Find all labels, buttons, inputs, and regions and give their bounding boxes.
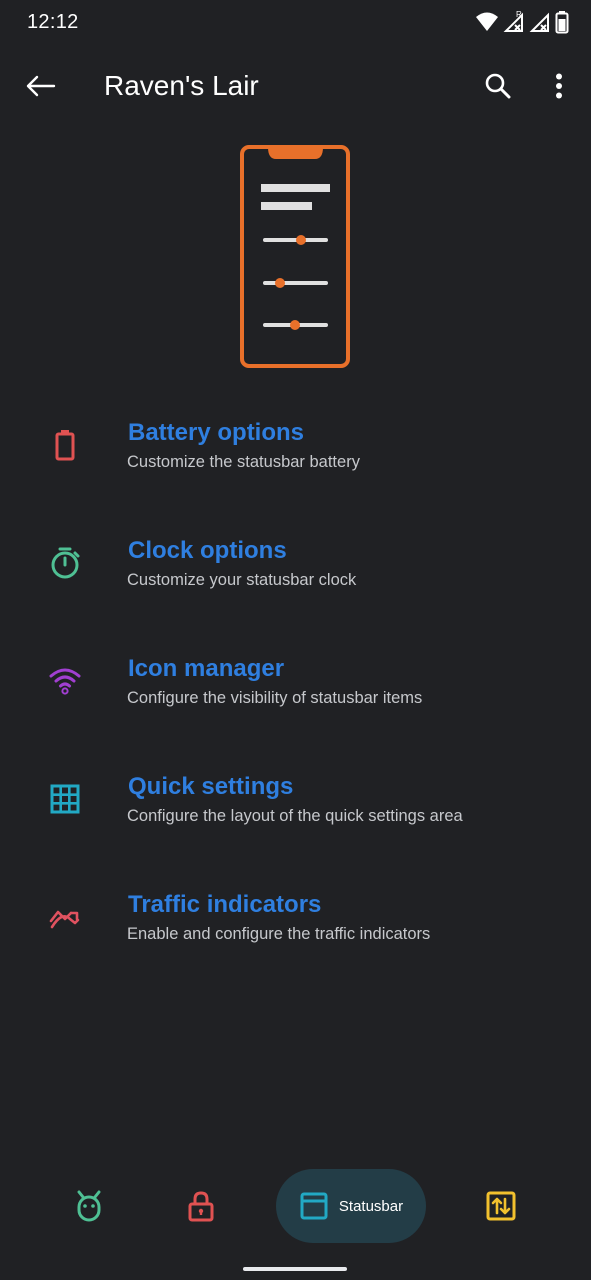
nav-label-statusbar: Statusbar: [338, 1197, 404, 1215]
setting-item-clock-options[interactable]: Clock options Customize your statusbar c…: [0, 518, 591, 636]
wifi-icon: [44, 660, 86, 702]
android-head-icon: [77, 1190, 101, 1222]
setting-item-battery-options[interactable]: Battery options Customize the statusbar …: [0, 400, 591, 518]
stopwatch-icon: [44, 542, 86, 584]
page-title: Raven's Lair: [104, 70, 259, 101]
app-bar: Raven's Lair: [0, 56, 591, 116]
battery-icon: [44, 424, 86, 466]
setting-title: Quick settings: [128, 773, 294, 800]
search-button[interactable]: [476, 64, 520, 108]
cell-signal-roaming-icon: R: [503, 10, 523, 32]
setting-title: Clock options: [128, 537, 287, 564]
swap-arrows-icon: [486, 1191, 516, 1221]
setting-title: Battery options: [128, 419, 305, 446]
setting-subtitle: Configure the layout of the quick settin…: [127, 807, 463, 825]
nav-item-statusbar[interactable]: Statusbar: [276, 1169, 426, 1243]
gesture-navigation-handle[interactable]: [243, 1267, 347, 1271]
status-icons: R: [475, 10, 569, 34]
setting-subtitle: Customize the statusbar battery: [127, 453, 360, 471]
bottom-navigation: Statusbar: [0, 1160, 591, 1252]
setting-subtitle: Configure the visibility of statusbar it…: [127, 689, 423, 707]
setting-subtitle: Enable and configure the traffic indicat…: [127, 925, 431, 943]
status-bar: 12:12 R: [0, 0, 591, 46]
status-time: 12:12: [27, 11, 79, 33]
nav-item-lockscreen[interactable]: [172, 1169, 230, 1243]
setting-title: Traffic indicators: [128, 891, 322, 918]
setting-title: Icon manager: [128, 655, 285, 682]
more-vert-icon: [556, 73, 562, 99]
setting-item-traffic-indicators[interactable]: Traffic indicators Enable and configure …: [0, 872, 591, 990]
setting-subtitle: Customize your statusbar clock: [127, 571, 357, 589]
arrow-back-icon: [26, 75, 56, 97]
search-icon: [485, 73, 511, 99]
cell-signal-icon: [529, 12, 549, 32]
setting-item-icon-manager[interactable]: Icon manager Configure the visibility of…: [0, 636, 591, 754]
wifi-signal-icon: [476, 12, 498, 31]
setting-item-quick-settings[interactable]: Quick settings Configure the layout of t…: [0, 754, 591, 872]
grid-icon: [44, 778, 86, 820]
lock-icon: [188, 1191, 214, 1222]
traffic-chart-icon: [44, 896, 86, 938]
settings-list: Battery options Customize the statusbar …: [0, 400, 591, 990]
back-button[interactable]: [18, 66, 62, 106]
window-icon: [300, 1192, 328, 1220]
battery-status-icon: [555, 11, 569, 34]
phone-settings-illustration: [240, 145, 350, 368]
roaming-label: R: [516, 10, 522, 19]
nav-item-traffic[interactable]: [472, 1169, 530, 1243]
nav-item-android[interactable]: [60, 1169, 118, 1243]
more-options-button[interactable]: [538, 64, 580, 108]
